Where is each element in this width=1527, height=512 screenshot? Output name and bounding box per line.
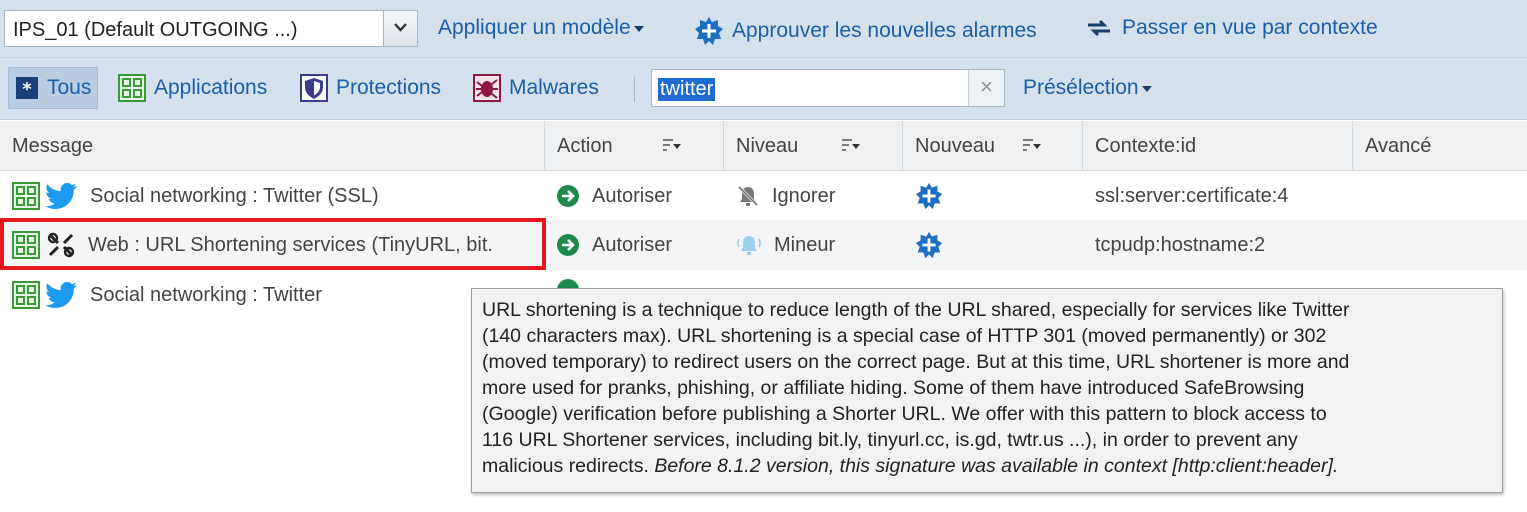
muted-bell-icon [736,184,760,208]
context-cell: ssl:server:certificate:4 [1095,171,1350,221]
filter-toolbar: * Tous Applications Protections Malwares… [0,58,1527,120]
asterisk-icon: * [15,76,39,100]
url-shortener-link-icon [46,231,76,259]
context-view-button[interactable]: Passer en vue par contexte [1086,16,1378,40]
table-row[interactable]: Social networking : Twitter (SSL) Autori… [0,171,1527,221]
filter-all-label: Tous [47,76,92,99]
filter-all-button[interactable]: * Tous [8,67,99,109]
column-header-label: Avancé [1365,135,1432,157]
apply-template-label: Appliquer un modèle [438,16,631,39]
apply-template-menu[interactable]: Appliquer un modèle [438,16,644,40]
allow-arrow-icon [556,184,580,208]
column-header-label: Contexte:id [1095,135,1197,157]
filter-protections-button[interactable]: Protections [294,67,447,109]
context-view-label: Passer en vue par contexte [1122,16,1378,39]
search-input-value: twitter [658,78,716,101]
action-text: Autoriser [592,233,673,256]
new-alarm-badge-icon [694,16,724,46]
tooltip-text: malicious redirects. [482,455,649,477]
table-header: Message Action Niveau Nouveau Contexte:i… [0,121,1527,171]
filter-protections-label: Protections [336,76,442,99]
application-grid-icon [12,281,40,309]
message-cell: Social networking : Twitter (SSL) [12,171,542,221]
tooltip-line: URL shortening is a technique to reduce … [482,299,1350,321]
column-header-label: Action [557,135,613,157]
column-header-action[interactable]: Action [545,121,724,171]
new-alarm-badge-icon [915,182,943,210]
svg-text:*: * [22,79,32,100]
minor-bell-icon [736,233,762,257]
tooltip-italic-note: Before 8.1.2 version, this signature was… [654,455,1339,477]
column-header-label: Nouveau [915,135,996,157]
policy-select-value: IPS_01 (Default OUTGOING ...) [13,19,298,41]
tooltip-line: (Google) verification before publishing … [482,403,1327,425]
column-header-label: Niveau [736,135,799,157]
sort-icon[interactable] [663,138,681,152]
level-cell[interactable]: Ignorer [736,171,901,221]
action-cell[interactable]: Autoriser [556,220,721,270]
twitter-bird-icon [46,182,78,210]
message-cell: Web : URL Shortening services (TinyURL, … [12,220,542,270]
message-cell: Social networking : Twitter [12,270,467,320]
policy-select[interactable]: IPS_01 (Default OUTGOING ...) [4,10,418,47]
context-text: tcpudp:hostname:2 [1095,233,1266,256]
level-text: Mineur [774,233,836,256]
application-grid-icon [118,74,146,102]
message-text: Web : URL Shortening services (TinyURL, … [88,233,493,256]
application-grid-icon [12,182,40,210]
tooltip-line: (moved temporary) to redirect users on t… [482,351,1350,373]
approve-alarms-label: Approuver les nouvelles alarmes [732,19,1037,42]
caret-down-icon [1141,86,1152,92]
level-text: Ignorer [772,184,836,207]
sort-icon[interactable] [842,138,860,152]
level-cell[interactable]: Mineur [736,220,901,270]
context-text: ssl:server:certificate:4 [1095,184,1289,207]
preselection-menu[interactable]: Présélection [1023,76,1152,100]
approve-alarms-button[interactable]: Approuver les nouvelles alarmes [694,16,1037,46]
malware-bug-icon [473,74,501,102]
toolbar-separator [634,76,635,102]
tooltip-line: (140 characters max). URL shortening is … [482,325,1327,347]
column-header-label: Message [12,135,94,157]
tooltip-line: malicious redirects. Before 8.1.2 versio… [482,453,1492,479]
clear-icon[interactable]: × [968,70,1004,106]
filter-applications-label: Applications [154,76,268,99]
new-cell[interactable] [915,171,975,221]
action-text: Autoriser [592,184,673,207]
twitter-bird-icon [46,281,78,309]
message-text: Social networking : Twitter [90,283,322,306]
search-input[interactable]: twitter × [651,69,1005,107]
action-cell[interactable]: Autoriser [556,171,721,221]
context-cell: tcpudp:hostname:2 [1095,220,1350,270]
column-header-advanced[interactable]: Avancé [1353,121,1527,171]
allow-arrow-icon [556,233,580,257]
column-header-context[interactable]: Contexte:id [1083,121,1353,171]
filter-malwares-label: Malwares [509,76,599,99]
shield-icon [300,74,328,102]
message-text: Social networking : Twitter (SSL) [90,184,379,207]
preselection-label: Présélection [1023,76,1139,99]
column-header-message[interactable]: Message [0,121,545,171]
table-row[interactable]: Web : URL Shortening services (TinyURL, … [0,220,1527,270]
caret-down-icon [633,26,644,32]
filter-malwares-button[interactable]: Malwares [467,67,605,109]
sort-icon[interactable] [1023,138,1041,152]
chevron-down-icon[interactable] [383,11,417,46]
new-cell[interactable] [915,220,975,270]
tooltip-line: 116 URL Shortener services, including bi… [482,429,1298,451]
new-alarm-badge-icon [915,231,943,259]
filter-applications-button[interactable]: Applications [112,67,273,109]
signature-description-tooltip: URL shortening is a technique to reduce … [471,288,1503,493]
main-toolbar: IPS_01 (Default OUTGOING ...) Appliquer … [0,0,1527,58]
tooltip-line: more used for pranks, phishing, or affil… [482,377,1305,399]
column-header-new[interactable]: Nouveau [903,121,1083,171]
column-header-level[interactable]: Niveau [724,121,903,171]
swap-arrows-icon [1086,18,1112,38]
application-grid-icon [12,231,40,259]
